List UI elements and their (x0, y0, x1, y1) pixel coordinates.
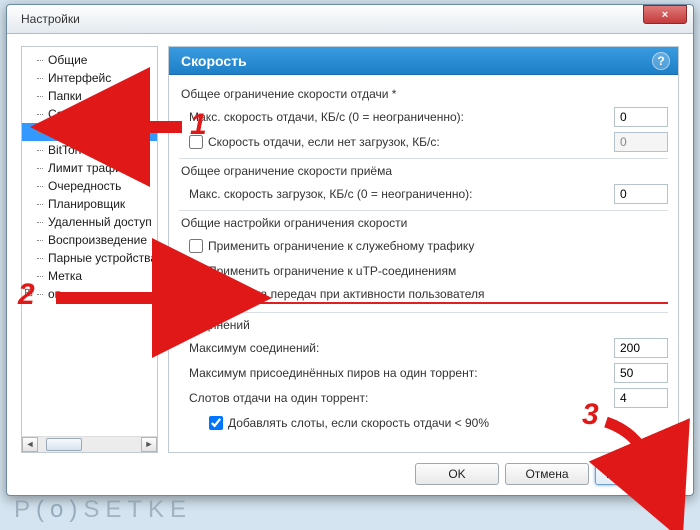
peers-max-input[interactable] (614, 363, 668, 383)
scroll-thumb[interactable] (46, 438, 82, 451)
sidebar-item-7[interactable]: Очередность (22, 177, 157, 195)
upload-alt-input (614, 132, 668, 152)
sidebar-item-4[interactable]: Скорость (22, 123, 157, 141)
watermark: P(o)SETKE (14, 496, 192, 524)
window-title: Настройки (21, 12, 643, 26)
help-icon: ? (657, 54, 664, 68)
annotation-2: 2 (18, 278, 35, 312)
annotation-3: 3 (582, 398, 599, 432)
panel-header: Скорость ? (169, 47, 678, 75)
section-conns: Соединений (181, 318, 668, 332)
conns-max-label: Максимум соединений: (189, 341, 614, 355)
peers-max-label: Максимум присоединённых пиров на один то… (189, 366, 614, 380)
ok-button[interactable]: OK (415, 463, 499, 485)
utp-label: Применить ограничение к uTP-соединениям (208, 264, 668, 278)
sidebar-item-6[interactable]: Лимит трафика (22, 159, 157, 177)
close-icon: × (662, 9, 668, 21)
overhead-checkbox[interactable] (189, 239, 203, 253)
section-download: Общее ограничение скорости приёма (181, 164, 668, 178)
apply-button[interactable]: Применить (595, 463, 679, 485)
scroll-left-icon[interactable]: ◄ (22, 437, 38, 452)
panel-title: Скорость (181, 53, 652, 69)
sidebar-item-13[interactable]: оп (22, 285, 157, 303)
close-button[interactable]: × (643, 5, 687, 24)
dialog-buttons: OK Отмена Применить (21, 453, 679, 485)
utp-checkbox[interactable] (189, 264, 203, 278)
scroll-right-icon[interactable]: ► (141, 437, 157, 452)
settings-panel: Скорость ? Общее ограничение скорости от… (168, 46, 679, 453)
useractive-checkbox[interactable] (189, 289, 203, 303)
sidebar-item-10[interactable]: Воспроизведение (22, 231, 157, 249)
sidebar-item-2[interactable]: Папки (22, 87, 157, 105)
sidebar-item-5[interactable]: BitTorrent (22, 141, 157, 159)
download-max-label: Макс. скорость загрузок, КБ/с (0 = неогр… (189, 187, 614, 201)
section-upload: Общее ограничение скорости отдачи * (181, 87, 668, 101)
help-button[interactable]: ? (652, 52, 670, 70)
category-tree: ОбщиеИнтерфейсПапкиСоединениеСкоростьBit… (21, 46, 158, 453)
sidebar-item-1[interactable]: Интерфейс (22, 69, 157, 87)
sidebar-item-11[interactable]: Парные устройства (22, 249, 157, 267)
upload-max-label: Макс. скорость отдачи, КБ/с (0 = неогран… (189, 110, 614, 124)
download-max-input[interactable] (614, 184, 668, 204)
slots-label: Слотов отдачи на один торрент: (189, 391, 614, 405)
cancel-button[interactable]: Отмена (505, 463, 589, 485)
sidebar-item-9[interactable]: Удаленный доступ (22, 213, 157, 231)
sidebar-item-8[interactable]: Планировщик (22, 195, 157, 213)
sidebar-item-0[interactable]: Общие (22, 51, 157, 69)
extra-slots-label: Добавлять слоты, если скорость отдачи < … (228, 416, 668, 430)
upload-alt-label: Скорость отдачи, если нет загрузок, КБ/с… (208, 135, 614, 149)
conns-max-input[interactable] (614, 338, 668, 358)
extra-slots-checkbox[interactable] (209, 416, 223, 430)
annotation-1: 1 (190, 108, 207, 142)
slots-input[interactable] (614, 388, 668, 408)
section-limits: Общие настройки ограничения скорости (181, 216, 668, 230)
upload-max-input[interactable] (614, 107, 668, 127)
tree-scrollbar[interactable]: ◄ ► (22, 436, 157, 452)
overhead-label: Применить ограничение к служебному трафи… (208, 239, 668, 253)
useractive-label: Остановка передач при активности пользов… (208, 287, 668, 304)
sidebar-item-3[interactable]: Соединение (22, 105, 157, 123)
sidebar-item-12[interactable]: Метка (22, 267, 157, 285)
titlebar: Настройки × (7, 5, 693, 34)
